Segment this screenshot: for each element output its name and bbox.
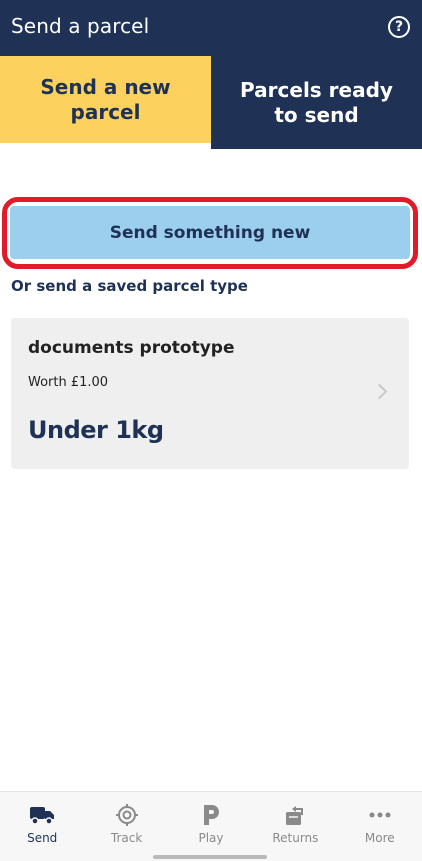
tab-label: Send a new parcel (40, 74, 171, 124)
target-icon (114, 802, 140, 828)
saved-parcel-title: documents prototype (28, 338, 235, 358)
app-root: Send a parcel ? Send a new parcel Parcel… (0, 0, 422, 861)
nav-item-track[interactable]: Track (84, 792, 168, 861)
nav-item-play[interactable]: Play (169, 792, 253, 861)
saved-parcel-type-label: Or send a saved parcel type (11, 277, 248, 295)
tab-parcels-ready-to-send[interactable]: Parcels ready to send (211, 56, 422, 149)
bottom-nav: Send Track Play Returns More (0, 791, 422, 861)
tab-send-new-parcel[interactable]: Send a new parcel (0, 56, 211, 149)
nav-item-returns[interactable]: Returns (253, 792, 337, 861)
app-header: Send a parcel ? (0, 0, 422, 56)
tab-label: Parcels ready to send (240, 77, 393, 127)
nav-label-send: Send (27, 831, 58, 845)
send-something-new-button[interactable]: Send something new (10, 206, 410, 259)
help-icon[interactable]: ? (388, 16, 410, 38)
nav-item-send[interactable]: Send (0, 792, 84, 861)
play-p-icon (198, 802, 224, 828)
saved-parcel-weight: Under 1kg (28, 416, 164, 444)
more-dots-icon (367, 802, 393, 828)
nav-label-track: Track (110, 831, 143, 845)
chevron-right-icon (371, 383, 388, 400)
page-title: Send a parcel (11, 14, 150, 38)
returns-icon (282, 802, 308, 828)
nav-label-more: More (364, 831, 395, 845)
saved-parcel-card[interactable]: documents prototype Worth £1.00 Under 1k… (11, 318, 409, 469)
nav-label-returns: Returns (272, 831, 319, 845)
nav-label-play: Play (198, 831, 224, 845)
home-indicator (153, 855, 267, 859)
help-symbol: ? (394, 19, 404, 35)
nav-item-more[interactable]: More (338, 792, 422, 861)
van-icon (29, 802, 55, 828)
saved-parcel-worth: Worth £1.00 (28, 375, 109, 390)
tab-bar: Send a new parcel Parcels ready to send (0, 56, 422, 149)
